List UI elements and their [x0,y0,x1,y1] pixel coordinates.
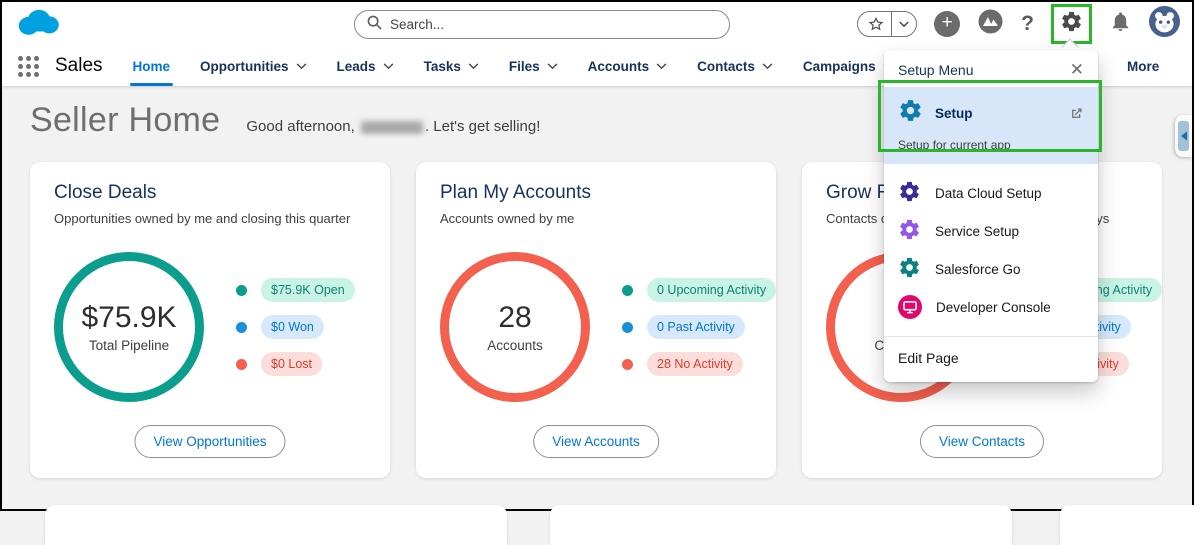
chevron-down-icon [468,63,479,70]
card-close-deals: Close Deals Opportunities owned by me an… [30,162,390,478]
view-opportunities-button[interactable]: View Opportunities [134,425,285,458]
view-contacts-button[interactable]: View Contacts [920,425,1044,458]
legend-pill-open: $75.9K Open [261,278,355,302]
tab-home[interactable]: Home [133,46,171,86]
menu-item-label: Salesforce Go [935,262,1021,277]
global-search[interactable] [354,10,730,39]
redacted-user-name [361,121,423,134]
legend-row: 0 Upcoming Activity [622,278,776,302]
chevron-down-icon [383,63,394,70]
tab-tasks[interactable]: Tasks [424,46,479,86]
favorites-star-icon[interactable] [858,16,891,32]
legend-dot-none [622,359,633,370]
chevron-left-icon[interactable] [1178,121,1189,151]
legend-dot-won [236,322,247,333]
tab-files[interactable]: Files [509,46,558,86]
metric-label: Accounts [487,338,543,353]
metric-label: Total Pipeline [89,338,169,353]
legend-dot-past [622,322,633,333]
chevron-down-icon [762,63,773,70]
setup-gear-highlight[interactable] [1051,4,1092,44]
legend-row: $0 Won [236,315,355,339]
page-title: Seller Home [30,101,220,140]
legend-pill-past: 0 Past Activity [647,315,745,339]
global-header: + ? [2,2,1192,46]
setup-item-description: Setup for current app [898,138,1084,152]
tab-accounts[interactable]: Accounts [588,46,668,86]
app-launcher-icon[interactable] [18,56,39,77]
card-title: Plan My Accounts [440,182,752,204]
close-icon[interactable]: ✕ [1070,61,1084,78]
chevron-down-icon [547,63,558,70]
menu-item-salesforce-go[interactable]: Salesforce Go [884,250,1098,288]
trailhead-icon[interactable] [977,8,1004,40]
setup-gear-icon [898,98,923,128]
metric-value: $75.9K [81,301,176,335]
salesforce-logo-icon [16,7,62,44]
favorites-caret-icon[interactable] [891,12,916,36]
greeting-text: Good afternoon, . Let's get selling! [246,118,540,135]
tab-opportunities[interactable]: Opportunities [200,46,307,86]
menu-item-service-setup[interactable]: Service Setup [884,212,1098,250]
card-plan-my-accounts: Plan My Accounts Accounts owned by me 28… [416,162,776,478]
pipeline-donut-chart: $75.9K Total Pipeline [54,252,204,402]
service-setup-gear-icon [898,218,921,244]
external-link-icon [1069,106,1084,121]
tab-campaigns[interactable]: Campaigns [803,46,894,86]
card-subtitle: Opportunities owned by me and closing th… [54,211,366,226]
menu-item-label: Service Setup [935,224,1019,239]
legend-row: 0 Past Activity [622,315,776,339]
tab-leads[interactable]: Leads [337,46,394,86]
legend-pill-none: 28 No Activity [647,352,743,376]
legend-pill-upcoming: 0 Upcoming Activity [647,278,776,302]
side-panel-toggle[interactable] [1175,115,1192,157]
chevron-down-icon [656,63,667,70]
setup-menu-item-setup[interactable]: Setup Setup for current app [884,87,1098,164]
setup-item-label: Setup [935,106,973,121]
tab-contacts[interactable]: Contacts [697,46,773,86]
setup-menu-dropdown: Setup Menu ✕ Setup Setup for current app… [884,50,1098,382]
legend-dot-upcoming [622,285,633,296]
partial-card [45,505,507,545]
favorites-control[interactable] [857,11,917,37]
app-name: Sales [55,55,103,77]
setup-menu-title: Setup Menu [898,62,974,78]
help-icon[interactable]: ? [1021,12,1034,36]
search-input[interactable] [390,17,717,32]
notifications-bell-icon[interactable] [1109,10,1132,38]
search-icon [367,15,382,35]
legend-pill-won: $0 Won [261,315,324,339]
card-title: Close Deals [54,182,366,204]
tab-more[interactable]: More [1127,46,1159,86]
global-add-icon[interactable]: + [934,11,960,37]
legend-dot-lost [236,359,247,370]
user-avatar[interactable] [1149,6,1180,42]
chevron-down-icon [296,63,307,70]
data-cloud-gear-icon [898,180,921,206]
accounts-donut-chart: 28 Accounts [440,252,590,402]
menu-item-label: Data Cloud Setup [935,186,1042,201]
menu-item-developer-console[interactable]: Developer Console [884,288,1098,326]
metric-value: 28 [498,301,531,335]
setup-gear-icon[interactable] [1060,10,1083,38]
legend-pill-lost: $0 Lost [261,352,322,376]
menu-item-edit-page[interactable]: Edit Page [884,337,1098,382]
partial-card [1060,505,1194,545]
view-accounts-button[interactable]: View Accounts [533,425,659,458]
legend-row: $0 Lost [236,352,355,376]
developer-console-icon [898,295,922,319]
legend-row: 28 No Activity [622,352,776,376]
menu-item-label: Developer Console [936,300,1051,315]
menu-item-data-cloud-setup[interactable]: Data Cloud Setup [884,174,1098,212]
legend-dot-open [236,285,247,296]
salesforce-go-gear-icon [898,256,921,282]
card-subtitle: Accounts owned by me [440,211,752,226]
legend-row: $75.9K Open [236,278,355,302]
partial-card [550,505,1012,545]
